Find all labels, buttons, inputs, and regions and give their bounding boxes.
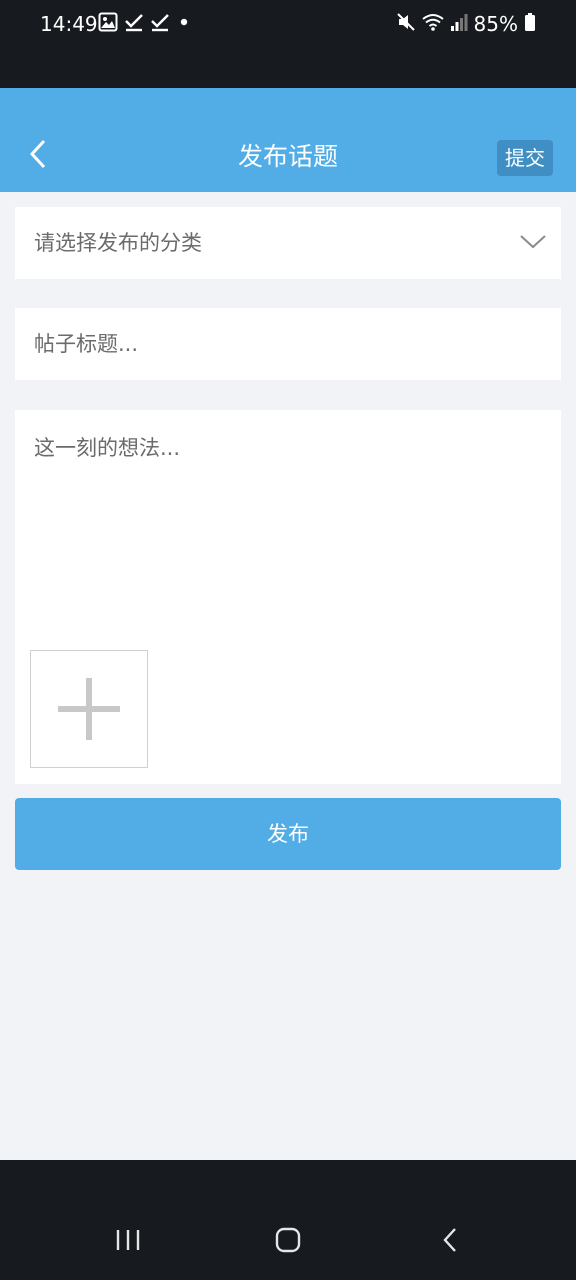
content-textarea[interactable] xyxy=(15,410,561,630)
notification-icons xyxy=(98,12,192,36)
app-header: 发布话题 提交 xyxy=(0,88,576,192)
recent-apps-icon xyxy=(113,1227,143,1257)
battery-percent: 85% xyxy=(473,12,518,36)
recent-apps-button[interactable] xyxy=(98,1222,158,1262)
status-bar: 14:49 85% xyxy=(0,0,576,88)
signal-icon xyxy=(450,12,468,36)
category-select[interactable]: 请选择发布的分类 xyxy=(15,207,561,279)
system-icons: 85% xyxy=(396,10,536,38)
home-button[interactable] xyxy=(258,1222,318,1262)
page-title: 发布话题 xyxy=(237,142,338,171)
publish-button[interactable]: 发布 xyxy=(15,798,561,870)
home-icon xyxy=(274,1226,302,1258)
content-area xyxy=(15,410,561,784)
nav-bar xyxy=(0,1160,576,1280)
status-time: 14:49 xyxy=(40,12,98,36)
nav-back-button[interactable] xyxy=(420,1222,480,1262)
mute-icon xyxy=(396,12,416,36)
add-image-button[interactable] xyxy=(30,650,148,768)
wifi-icon xyxy=(421,12,444,36)
title-field xyxy=(15,308,561,380)
submit-button[interactable]: 提交 xyxy=(497,140,553,176)
check-icon xyxy=(124,12,144,36)
dot-icon xyxy=(176,12,192,36)
category-placeholder: 请选择发布的分类 xyxy=(34,231,202,255)
back-icon xyxy=(440,1226,460,1258)
plus-icon xyxy=(31,678,147,771)
image-icon xyxy=(98,12,118,36)
chevron-down-icon xyxy=(519,230,547,254)
title-input[interactable] xyxy=(15,308,561,380)
battery-icon xyxy=(524,12,536,36)
check-icon xyxy=(150,12,170,36)
